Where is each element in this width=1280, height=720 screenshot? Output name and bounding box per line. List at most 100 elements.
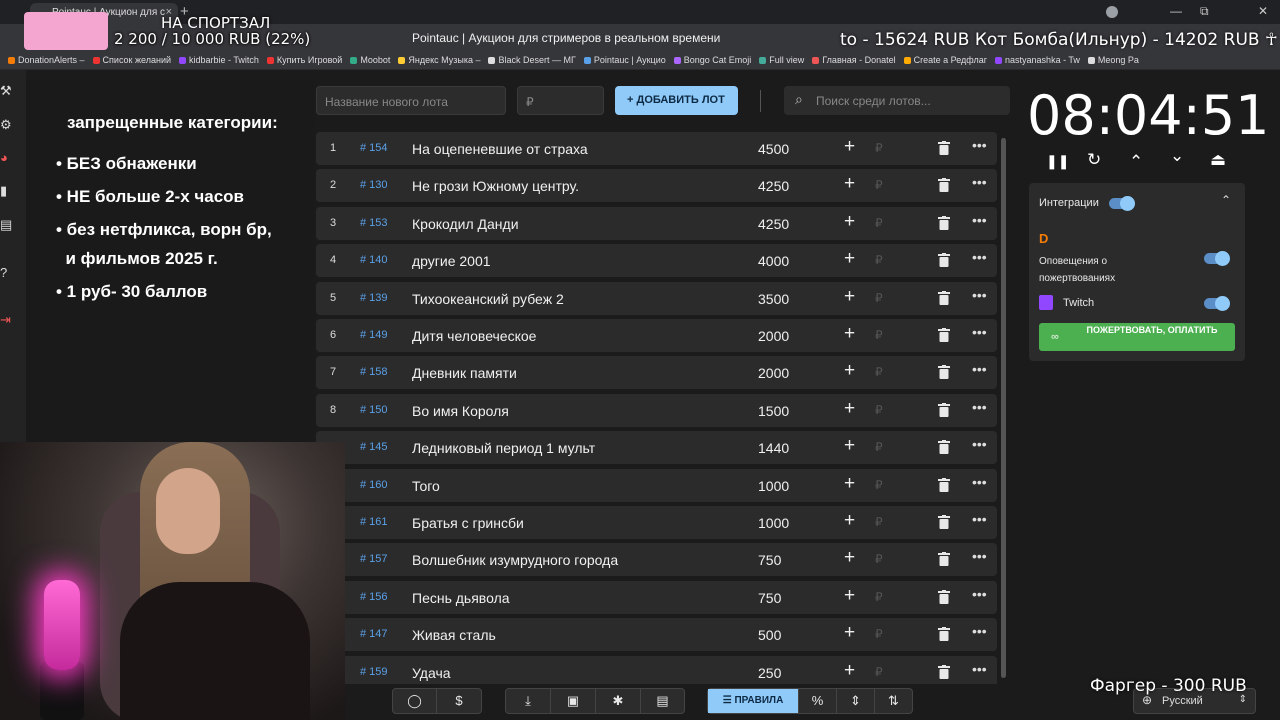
- rules-button[interactable]: ☰ ПРАВИЛА: [708, 689, 799, 713]
- lot-search-input[interactable]: ⌕ Поиск среди лотов...: [784, 86, 1010, 115]
- lot-name[interactable]: Удача: [412, 665, 451, 681]
- clear-icon[interactable]: ▤: [641, 689, 684, 713]
- bookmark-item[interactable]: Meong Pa: [1087, 55, 1139, 65]
- currency-input[interactable]: ₽: [875, 365, 883, 379]
- trash-icon[interactable]: [938, 253, 950, 268]
- lot-row[interactable]: # 156 Песнь дьявола 750 + ₽ •••: [316, 580, 997, 614]
- chevron-down-icon[interactable]: ⌄: [1170, 146, 1184, 166]
- lot-amount[interactable]: 750: [758, 590, 781, 606]
- profile-avatar[interactable]: [1106, 6, 1118, 18]
- lot-amount[interactable]: 4500: [758, 141, 789, 157]
- logout-icon[interactable]: ⇥: [0, 313, 14, 327]
- lot-name[interactable]: Живая сталь: [412, 627, 496, 643]
- add-amount-button[interactable]: +: [844, 286, 855, 308]
- lot-name[interactable]: Песнь дьявола: [412, 590, 510, 606]
- pie-chart-icon[interactable]: ◕: [0, 151, 14, 165]
- currency-input[interactable]: ₽: [875, 515, 883, 529]
- percent-icon[interactable]: %: [799, 689, 837, 713]
- chevron-up-icon[interactable]: ⌃: [1221, 193, 1231, 207]
- pause-icon[interactable]: ❚❚: [1046, 153, 1069, 170]
- add-amount-button[interactable]: +: [844, 398, 855, 420]
- currency-input[interactable]: ₽: [875, 141, 883, 155]
- lot-amount[interactable]: 1000: [758, 478, 789, 494]
- add-amount-button[interactable]: +: [844, 435, 855, 457]
- lot-amount[interactable]: 1500: [758, 403, 789, 419]
- trash-icon[interactable]: [938, 664, 950, 679]
- bookmark-item[interactable]: nastyanashka - Tw: [995, 55, 1080, 65]
- bookmark-item[interactable]: Главная - Donatel: [812, 55, 896, 65]
- help-icon[interactable]: ?: [0, 266, 14, 280]
- lot-row[interactable]: 6 # 149 Дитя человеческое 2000 + ₽ •••: [316, 319, 997, 352]
- lot-row[interactable]: 1 # 154 На оцепеневшие от страха 4500 + ₽ •••: [316, 132, 997, 165]
- lot-row[interactable]: # 157 Волшебник изумрудного города 750 + ₽ ••…: [316, 543, 997, 577]
- more-options-icon[interactable]: •••: [972, 249, 987, 265]
- add-amount-button[interactable]: +: [844, 622, 855, 644]
- more-options-icon[interactable]: •••: [972, 548, 987, 564]
- donate-button[interactable]: ∞ ПОЖЕРТВОВАТЬ, ОПЛАТИТЬ: [1039, 323, 1235, 351]
- trash-icon[interactable]: [938, 365, 950, 380]
- trash-icon[interactable]: [938, 515, 950, 529]
- lot-amount[interactable]: 500: [758, 627, 781, 643]
- more-options-icon[interactable]: •••: [972, 137, 987, 153]
- lot-amount[interactable]: 2000: [758, 328, 789, 344]
- lot-name[interactable]: Того: [412, 478, 440, 494]
- more-options-icon[interactable]: •••: [972, 212, 987, 228]
- swap-icon[interactable]: ⇅: [875, 689, 912, 713]
- lot-name[interactable]: Ледниковый период 1 мульт: [412, 440, 595, 456]
- lot-row[interactable]: 5 # 139 Тихоокеанский рубеж 2 3500 + ₽ •••: [316, 281, 997, 315]
- add-amount-button[interactable]: +: [844, 323, 855, 345]
- currency-input[interactable]: ₽: [875, 590, 883, 604]
- more-options-icon[interactable]: •••: [972, 324, 987, 340]
- add-amount-button[interactable]: +: [844, 360, 855, 382]
- trash-icon[interactable]: [938, 215, 950, 230]
- lot-name[interactable]: Волшебник изумрудного города: [412, 552, 618, 568]
- more-options-icon[interactable]: •••: [972, 623, 987, 639]
- more-options-icon[interactable]: •••: [972, 586, 987, 602]
- lot-row[interactable]: # 161 Братья с гринсби 1000 + ₽ •••: [316, 506, 997, 539]
- bookmark-item[interactable]: Moobot: [350, 55, 390, 65]
- lot-name[interactable]: другие 2001: [412, 253, 491, 269]
- more-options-icon[interactable]: •••: [972, 436, 987, 452]
- trash-icon[interactable]: [938, 477, 950, 492]
- lot-row[interactable]: 3 # 153 Крокодил Данди 4250 + ₽ •••: [316, 206, 997, 240]
- lot-row[interactable]: # 160 Того 1000 + ₽ •••: [316, 468, 997, 502]
- lot-row[interactable]: 4 # 140 другие 2001 4000 + ₽ •••: [316, 244, 997, 278]
- clipboard-icon[interactable]: ▤: [0, 218, 14, 232]
- bookmark-item[interactable]: Create a Редфлаг: [903, 55, 987, 65]
- dollar-icon[interactable]: $: [437, 689, 481, 713]
- save-icon[interactable]: ▣: [551, 689, 596, 713]
- trash-icon[interactable]: [938, 328, 950, 342]
- twitch-toggle[interactable]: [1204, 296, 1230, 311]
- add-amount-button[interactable]: +: [844, 136, 855, 158]
- lot-amount[interactable]: 1440: [758, 440, 789, 456]
- currency-input[interactable]: ₽: [875, 328, 883, 342]
- new-lot-amount-input[interactable]: ₽: [517, 86, 604, 115]
- lot-name[interactable]: На оцепеневшие от страха: [412, 141, 588, 157]
- currency-input[interactable]: ₽: [875, 291, 883, 305]
- currency-input[interactable]: ₽: [875, 478, 883, 492]
- lot-name[interactable]: Не грози Южному центру.: [412, 178, 579, 194]
- lot-amount[interactable]: 2000: [758, 365, 789, 381]
- lot-row[interactable]: 2 # 130 Не грози Южному центру. 4250 + ₽ •••: [316, 169, 997, 203]
- more-options-icon[interactable]: •••: [972, 474, 987, 490]
- lot-name[interactable]: Дитя человеческое: [412, 328, 536, 344]
- more-options-icon[interactable]: •••: [972, 287, 987, 303]
- add-amount-button[interactable]: +: [844, 173, 855, 195]
- bookmark-item[interactable]: Pointauc | Аукцио: [583, 55, 666, 65]
- add-amount-button[interactable]: +: [844, 660, 855, 682]
- integrations-toggle[interactable]: [1109, 196, 1135, 211]
- double-up-icon[interactable]: ⏏: [1210, 150, 1226, 170]
- trash-icon[interactable]: [938, 552, 950, 567]
- more-options-icon[interactable]: •••: [972, 399, 987, 415]
- maximize-button[interactable]: ⧉: [1200, 4, 1209, 19]
- lot-amount[interactable]: 3500: [758, 291, 789, 307]
- lot-name[interactable]: Дневник памяти: [412, 365, 517, 381]
- add-amount-button[interactable]: +: [844, 510, 855, 532]
- lot-row[interactable]: # 145 Ледниковый период 1 мульт 1440 + ₽ •••: [316, 431, 997, 465]
- bookmark-item[interactable]: DonationAlerts –: [8, 55, 85, 65]
- lot-row[interactable]: 8 # 150 Во имя Короля 1500 + ₽ •••: [316, 393, 997, 427]
- bookmark-item[interactable]: Full view: [759, 55, 804, 65]
- da-notifications-toggle[interactable]: [1204, 251, 1230, 266]
- bookmark-item[interactable]: Bongo Cat Emoji: [673, 55, 751, 65]
- currency-input[interactable]: ₽: [875, 178, 883, 192]
